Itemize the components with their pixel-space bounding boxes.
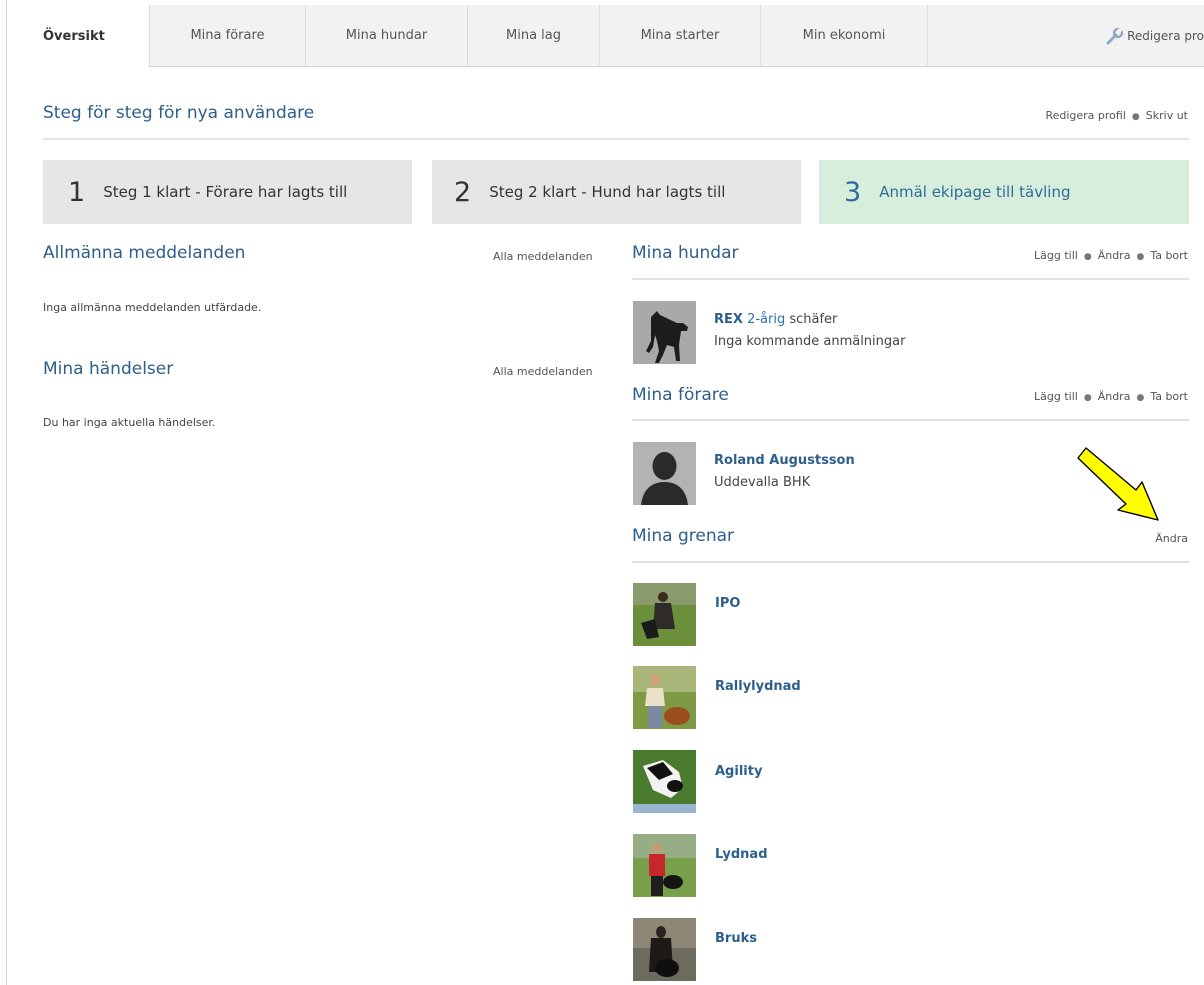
my-events-title: Mina händelser — [43, 359, 174, 379]
page-title: Steg för steg för nya användare — [43, 103, 315, 123]
branch-photo-agility[interactable] — [633, 750, 696, 813]
separator-dot: ● — [1131, 112, 1140, 122]
tab-oversikt[interactable]: Översikt — [7, 5, 149, 67]
branch-photo-ipo[interactable] — [633, 583, 696, 646]
tab-mina-forare[interactable]: Mina förare — [149, 5, 305, 66]
separator-dot: ● — [1136, 393, 1145, 403]
handler-name-link[interactable]: Roland Augustsson — [714, 453, 855, 468]
step-3-number: 3 — [844, 176, 862, 208]
tab-mina-lag[interactable]: Mina lag — [467, 5, 599, 66]
branch-rallylydnad-link[interactable]: Rallylydnad — [715, 679, 801, 694]
edit-profile-link[interactable]: Redigera profil — [1045, 109, 1125, 122]
branch-bruks-link[interactable]: Bruks — [715, 931, 757, 946]
step-3-label: Anmäl ekipage till tävling — [879, 183, 1071, 201]
handlers-divider — [632, 419, 1189, 421]
main-tab-bar: Översikt Mina förare Mina hundar Mina la… — [7, 0, 1204, 67]
handler-name: Roland Augustsson — [714, 453, 855, 468]
handlers-add-link[interactable]: Lägg till — [1034, 390, 1078, 403]
branch-ipo-link[interactable]: IPO — [715, 596, 740, 611]
step-2: 2 Steg 2 klart - Hund har lagts till — [432, 160, 801, 224]
tab-mina-starter[interactable]: Mina starter — [599, 5, 760, 66]
step-1-label: Steg 1 klart - Förare har lagts till — [103, 183, 348, 201]
my-events-all-link[interactable]: Alla meddelanden — [493, 365, 593, 378]
my-handlers-title: Mina förare — [632, 385, 729, 405]
step-1: 1 Steg 1 klart - Förare har lagts till — [43, 160, 412, 224]
my-dogs-title: Mina hundar — [632, 243, 739, 263]
separator-dot: ● — [1083, 252, 1092, 262]
wrench-icon — [1106, 26, 1124, 44]
general-messages-empty: Inga allmänna meddelanden utfärdade. — [43, 301, 262, 314]
step-1-number: 1 — [68, 176, 86, 208]
branch-photo-rallylydnad[interactable] — [633, 666, 696, 729]
header-actions: Redigera profil ● Skriv ut — [1045, 109, 1188, 122]
dogs-edit-link[interactable]: Ändra — [1098, 249, 1131, 262]
my-branches-title: Mina grenar — [632, 526, 735, 546]
dogs-divider — [632, 278, 1189, 280]
my-events-empty: Du har inga aktuella händelser. — [43, 416, 216, 429]
branches-divider — [632, 561, 1189, 563]
dogs-add-link[interactable]: Lägg till — [1034, 249, 1078, 262]
tab-min-ekonomi[interactable]: Min ekonomi — [760, 5, 928, 66]
handler-avatar[interactable] — [633, 442, 696, 505]
handlers-edit-link[interactable]: Ändra — [1098, 390, 1131, 403]
dog-age-link[interactable]: 2-årig — [747, 312, 785, 327]
left-border — [6, 0, 7, 985]
edit-profile-tab[interactable]: Redigera pro — [1105, 5, 1204, 66]
dogs-remove-link[interactable]: Ta bort — [1150, 249, 1188, 262]
edit-profile-tab-label: Redigera pro — [1127, 28, 1204, 43]
dog-summary: REX 2-årig schäfer — [714, 312, 837, 327]
step-2-label: Steg 2 klart - Hund har lagts till — [489, 183, 726, 201]
dog-name-link[interactable]: REX — [714, 312, 743, 327]
tab-mina-hundar[interactable]: Mina hundar — [305, 5, 467, 66]
dog-breed: schäfer — [789, 312, 838, 327]
print-link[interactable]: Skriv ut — [1146, 109, 1188, 122]
step-3-register[interactable]: 3 Anmäl ekipage till tävling — [819, 160, 1189, 224]
branch-lydnad-link[interactable]: Lydnad — [715, 847, 768, 862]
handlers-remove-link[interactable]: Ta bort — [1150, 390, 1188, 403]
separator-dot: ● — [1083, 393, 1092, 403]
general-messages-all-link[interactable]: Alla meddelanden — [493, 250, 593, 263]
my-handlers-actions: Lägg till ● Ändra ● Ta bort — [1034, 390, 1188, 403]
branches-edit-link[interactable]: Ändra — [1155, 532, 1188, 545]
dog-status: Inga kommande anmälningar — [714, 334, 906, 349]
general-messages-title: Allmänna meddelanden — [43, 243, 246, 263]
branch-photo-lydnad[interactable] — [633, 834, 696, 897]
separator-dot: ● — [1136, 252, 1145, 262]
dog-photo[interactable] — [633, 301, 696, 364]
header-divider — [43, 138, 1189, 140]
handler-club: Uddevalla BHK — [714, 475, 811, 490]
annotation-arrow — [1077, 447, 1159, 521]
my-dogs-actions: Lägg till ● Ändra ● Ta bort — [1034, 249, 1188, 262]
branch-photo-bruks[interactable] — [633, 918, 696, 981]
step-2-number: 2 — [454, 176, 472, 208]
branch-agility-link[interactable]: Agility — [715, 764, 762, 779]
